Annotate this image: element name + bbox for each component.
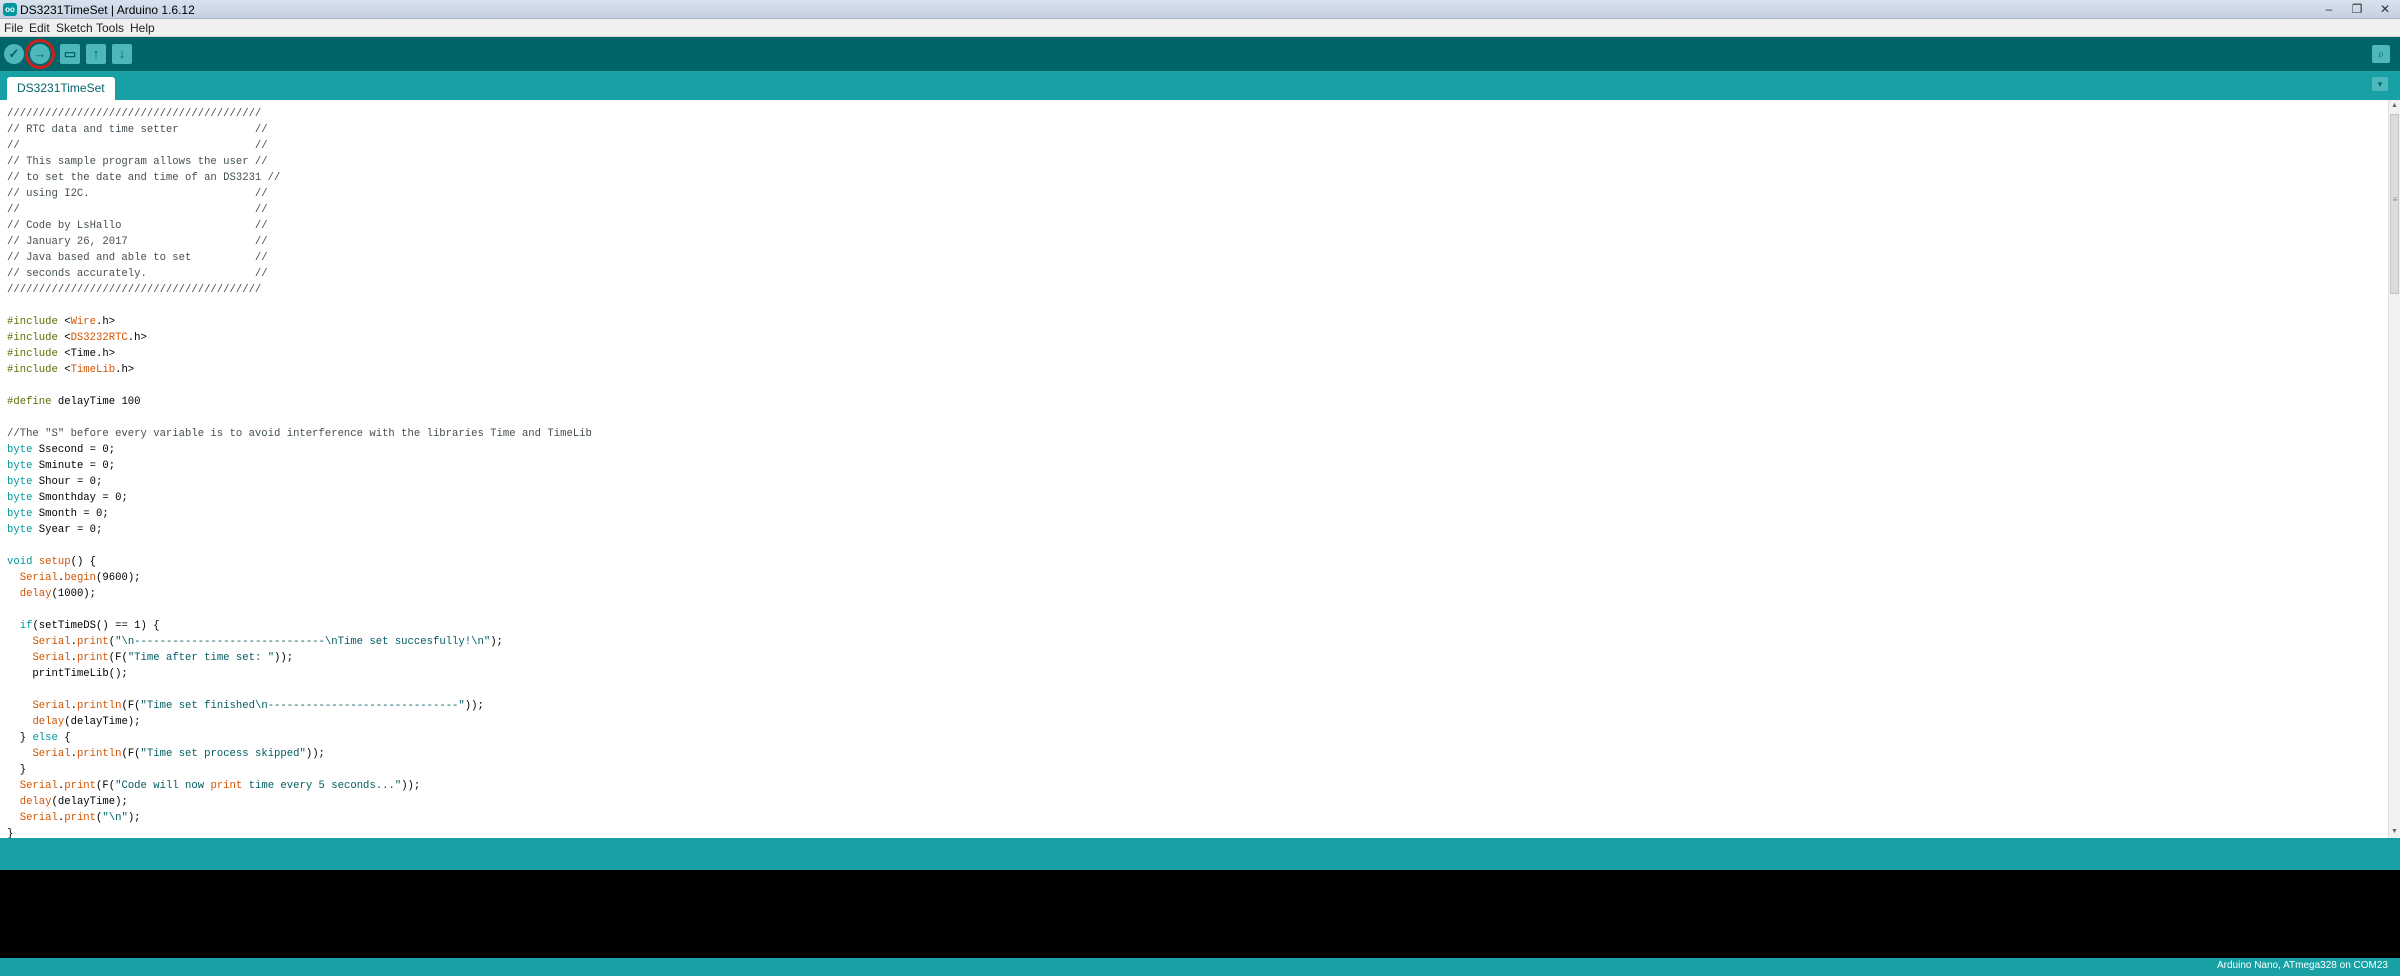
maximize-button[interactable]: ❐ (2344, 1, 2370, 17)
code-line[interactable] (7, 298, 592, 314)
menu-file[interactable]: File (4, 21, 23, 35)
code-line[interactable]: Serial.print(F("Code will now print time… (7, 778, 592, 794)
open-sketch-button[interactable]: ↑ (86, 44, 106, 64)
chevron-down-icon: ▾ (2377, 79, 2383, 89)
code-line[interactable]: delay(delayTime); (7, 794, 592, 810)
code-line[interactable]: } (7, 826, 592, 838)
serial-monitor-button[interactable]: ⌕ (2372, 45, 2390, 63)
code-line[interactable]: // using I2C. // (7, 186, 592, 202)
code-line[interactable]: Serial.begin(9600); (7, 570, 592, 586)
code-line[interactable]: byte Smonth = 0; (7, 506, 592, 522)
magnifier-icon: ⌕ (2377, 47, 2385, 61)
code-line[interactable]: // This sample program allows the user /… (7, 154, 592, 170)
code-line[interactable]: byte Sminute = 0; (7, 458, 592, 474)
code-line[interactable]: Serial.println(F("Time set process skipp… (7, 746, 592, 762)
code-line[interactable]: #include <Wire.h> (7, 314, 592, 330)
code-line[interactable]: // // (7, 202, 592, 218)
code-line[interactable]: #include <DS3232RTC.h> (7, 330, 592, 346)
console-output[interactable] (0, 870, 2400, 958)
code-line[interactable]: Serial.println(F("Time set finished\n---… (7, 698, 592, 714)
code-line[interactable]: byte Ssecond = 0; (7, 442, 592, 458)
menu-edit[interactable]: Edit (29, 21, 50, 35)
toolbar: ✓ → ▭ ↑ ↓ ⌕ (0, 37, 2400, 71)
code-line[interactable]: byte Smonthday = 0; (7, 490, 592, 506)
menu-bar: File Edit Sketch Tools Help (0, 19, 2400, 37)
code-line[interactable]: Serial.print(F("Time after time set: "))… (7, 650, 592, 666)
code-line[interactable] (7, 378, 592, 394)
tab-ds3231timeset[interactable]: DS3231TimeSet (7, 77, 115, 100)
code-line[interactable]: // to set the date and time of an DS3231… (7, 170, 592, 186)
window-title: DS3231TimeSet | Arduino 1.6.12 (20, 3, 195, 17)
check-icon: ✓ (8, 46, 20, 61)
code-line[interactable]: //////////////////////////////////////// (7, 106, 592, 122)
code-line[interactable]: #define delayTime 100 (7, 394, 592, 410)
code-line[interactable] (7, 602, 592, 618)
code-line[interactable]: //The "S" before every variable is to av… (7, 426, 592, 442)
scroll-up-icon[interactable]: ▲ (2389, 100, 2400, 112)
arrow-up-icon: ↑ (92, 46, 100, 61)
menu-tools[interactable]: Tools (96, 21, 124, 35)
code-line[interactable]: if(setTimeDS() == 1) { (7, 618, 592, 634)
code-line[interactable] (7, 410, 592, 426)
code-line[interactable]: void setup() { (7, 554, 592, 570)
editor-scrollbar[interactable]: ▲ ≡ ▼ (2388, 100, 2400, 838)
scroll-grip-icon: ≡ (2392, 195, 2398, 204)
code-line[interactable]: // Java based and able to set // (7, 250, 592, 266)
code-line[interactable]: // // (7, 138, 592, 154)
menu-help[interactable]: Help (130, 21, 155, 35)
code-line[interactable]: // RTC data and time setter // (7, 122, 592, 138)
close-button[interactable]: ✕ (2372, 1, 2398, 17)
code-line[interactable]: #include <Time.h> (7, 346, 592, 362)
code-editor[interactable]: ////////////////////////////////////////… (0, 100, 2400, 838)
code-line[interactable]: //////////////////////////////////////// (7, 282, 592, 298)
code-line[interactable]: printTimeLib(); (7, 666, 592, 682)
code-line[interactable]: } (7, 762, 592, 778)
save-sketch-button[interactable]: ↓ (112, 44, 132, 64)
code-line[interactable]: Serial.print("\n------------------------… (7, 634, 592, 650)
new-sketch-button[interactable]: ▭ (60, 44, 80, 64)
code-line[interactable]: byte Syear = 0; (7, 522, 592, 538)
new-file-icon: ▭ (63, 46, 77, 61)
code-line[interactable]: Serial.print("\n"); (7, 810, 592, 826)
arrow-down-icon: ↓ (118, 46, 126, 61)
board-port-info: Arduino Nano, ATmega328 on COM23 (2216, 960, 2388, 971)
tab-menu-button[interactable]: ▾ (2372, 77, 2388, 91)
code-line[interactable]: byte Shour = 0; (7, 474, 592, 490)
code-text[interactable]: ////////////////////////////////////////… (7, 106, 592, 838)
verify-button[interactable]: ✓ (4, 44, 24, 64)
scroll-thumb[interactable]: ≡ (2390, 114, 2399, 294)
upload-button[interactable]: → (30, 44, 50, 64)
scroll-down-icon[interactable]: ▼ (2389, 826, 2400, 838)
code-line[interactable]: delay(delayTime); (7, 714, 592, 730)
title-bar: oo DS3231TimeSet | Arduino 1.6.12 – ❐ ✕ (0, 0, 2400, 19)
arduino-logo-icon: oo (3, 3, 17, 16)
code-line[interactable] (7, 538, 592, 554)
tab-bar: DS3231TimeSet ▾ (0, 71, 2400, 100)
status-bar (0, 838, 2400, 870)
code-line[interactable]: } else { (7, 730, 592, 746)
code-line[interactable]: #include <TimeLib.h> (7, 362, 592, 378)
code-line[interactable]: // Code by LsHallo // (7, 218, 592, 234)
minimize-button[interactable]: – (2316, 1, 2342, 17)
menu-sketch[interactable]: Sketch (56, 21, 93, 35)
footer-bar: Arduino Nano, ATmega328 on COM23 (0, 958, 2400, 976)
code-line[interactable] (7, 682, 592, 698)
arrow-right-icon: → (33, 46, 47, 61)
code-line[interactable]: // seconds accurately. // (7, 266, 592, 282)
code-line[interactable]: // January 26, 2017 // (7, 234, 592, 250)
code-line[interactable]: delay(1000); (7, 586, 592, 602)
